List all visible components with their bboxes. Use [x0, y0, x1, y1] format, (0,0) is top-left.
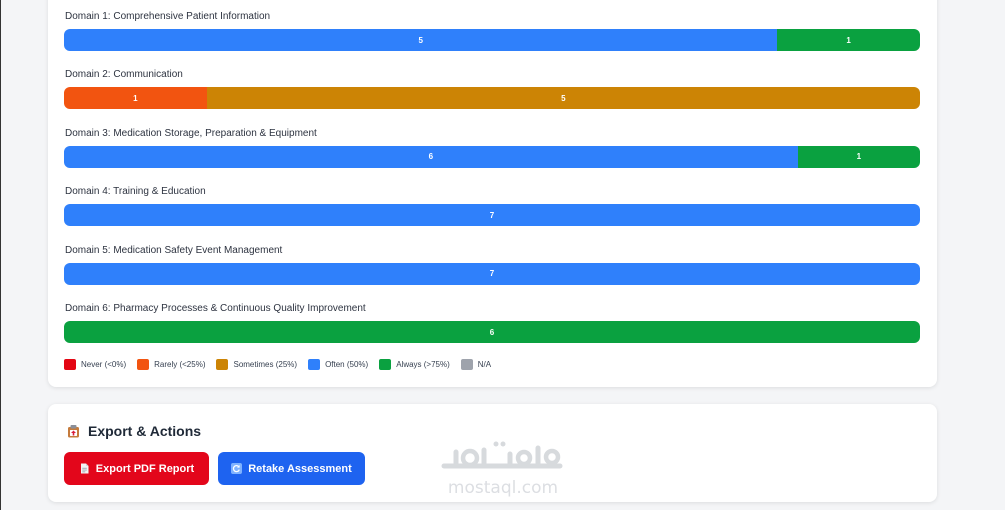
legend-swatch: [379, 359, 392, 370]
legend-swatch: [460, 359, 473, 370]
legend-label: Always (>75%): [396, 360, 450, 369]
mostaql-logo: [441, 441, 563, 469]
domain-label: Domain 1: Comprehensive Patient Informat…: [65, 11, 271, 22]
legend-label: Never (<0%): [81, 360, 127, 369]
legend-item: Rarely (<25%): [137, 359, 205, 370]
domain-chart-card: Domain 1: Comprehensive Patient Informat…: [48, 0, 937, 387]
legend-swatch: [137, 359, 150, 370]
bar-segment: 7: [64, 262, 920, 285]
legend-swatch: [64, 359, 76, 370]
bar-segment: 6: [64, 321, 920, 343]
domain-label: Domain 3: Medication Storage, Preparatio…: [65, 127, 317, 139]
domain-bar: 51: [64, 29, 920, 51]
segment-value-label: 7: [489, 210, 495, 220]
bar-segment: 1: [797, 145, 920, 168]
legend-label: Rarely (<25%): [154, 360, 206, 369]
mostaql-watermark: mostaql.com: [440, 440, 566, 500]
bar-segment: 6: [64, 145, 798, 168]
legend-label: Sometimes (25%): [233, 360, 298, 369]
export-actions-heading: Export & Actions: [67, 423, 201, 439]
bar-segment: 1: [64, 87, 207, 110]
domain-bar: 6: [64, 321, 920, 343]
retake-assessment-label: Retake Assessment: [248, 462, 352, 475]
domain-bar: 7: [64, 204, 920, 227]
domain-bar: 15: [64, 87, 920, 110]
segment-value-label: 5: [561, 93, 566, 103]
domain-label: Domain 4: Training & Education: [65, 186, 206, 198]
segment-value-label: 1: [856, 152, 862, 162]
legend-swatch: [216, 359, 229, 370]
export-pdf-label: Export PDF Report: [95, 462, 195, 475]
domain-bar: 61: [64, 145, 920, 168]
legend-item: Always (>75%): [379, 359, 450, 370]
segment-value-label: 5: [418, 35, 423, 45]
legend-swatch: [308, 359, 321, 370]
export-actions-title: Export & Actions: [88, 423, 202, 439]
segment-value-label: 1: [133, 93, 138, 103]
legend-label: N/A: [477, 360, 492, 369]
document-icon: [80, 463, 89, 474]
legend-item: Never (<0%): [64, 359, 126, 370]
legend-item: Often (50%): [308, 359, 368, 370]
chart-legend: Never (<0%) Rarely (<25%) Sometimes (25%) O…: [64, 359, 502, 370]
retake-assessment-button[interactable]: Retake Assessment: [218, 452, 365, 485]
domain-label: Domain 5: Medication Safety Event Manage…: [65, 244, 283, 256]
mostaql-watermark-text: mostaql.com: [447, 478, 559, 498]
segment-value-label: 1: [846, 35, 851, 45]
domain-bar: 7: [64, 262, 920, 285]
bar-segment: 5: [64, 29, 778, 51]
bar-segment: 7: [64, 204, 920, 227]
bar-segment: 1: [777, 29, 920, 51]
legend-item: N/A: [460, 359, 492, 370]
clipboard-icon: [68, 425, 79, 438]
window-edge: [0, 0, 1, 510]
refresh-icon: [231, 463, 243, 474]
segment-value-label: 6: [428, 152, 434, 162]
export-pdf-button[interactable]: Export PDF Report: [64, 452, 209, 485]
domain-label: Domain 2: Communication: [65, 69, 183, 81]
domain-label: Domain 6: Pharmacy Processes & Continuou…: [65, 303, 366, 314]
segment-value-label: 6: [489, 327, 495, 337]
segment-value-label: 7: [489, 269, 495, 279]
legend-label: Often (50%): [325, 360, 369, 369]
bar-segment: 5: [206, 87, 920, 110]
legend-item: Sometimes (25%): [216, 359, 297, 370]
